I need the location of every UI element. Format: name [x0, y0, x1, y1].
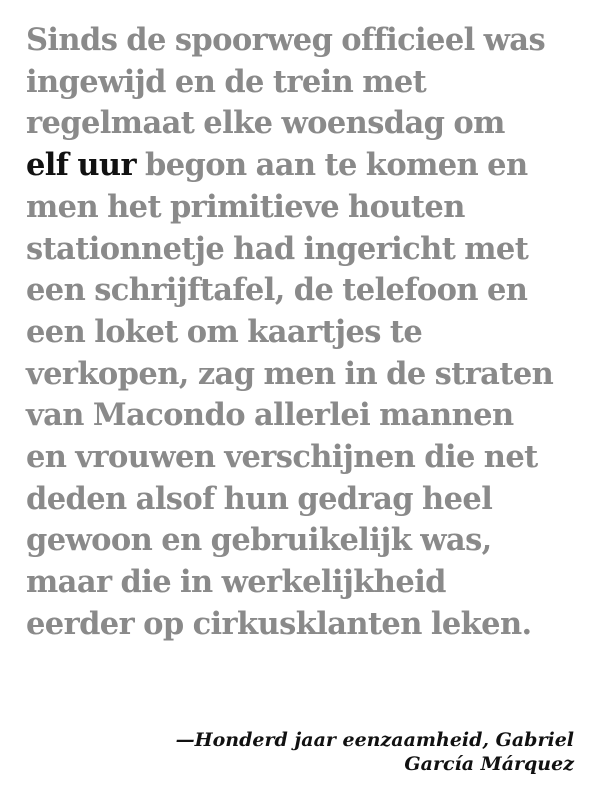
passage-line: maar die in werkelijkheid	[26, 564, 447, 601]
passage-line: Sinds de spoorweg officieel was	[26, 22, 546, 58]
attribution-line: García Márquez	[404, 753, 574, 775]
passage-line: regelmaat elke woensdag om	[26, 105, 505, 142]
quote-card: Sinds de spoorweg officieel was ingewijd…	[0, 0, 600, 800]
passage-line: stationnetje had ingericht met	[26, 230, 529, 267]
passage-line: van Macondo allerlei mannen	[26, 397, 514, 434]
quote-passage: Sinds de spoorweg officieel was ingewijd…	[26, 20, 586, 646]
passage-line-highlighted: elf uur begon aan te komen en	[26, 147, 528, 184]
quote-attribution: —Honderd jaar eenzaamheid, Gabriel Garcí…	[154, 728, 574, 776]
passage-line: een loket om kaartjes te	[26, 313, 423, 350]
passage-line: eerder op cirkusklanten leken.	[26, 605, 532, 642]
passage-line: een schrijftafel, de telefoon en	[26, 272, 528, 309]
attribution-line: —Honderd jaar eenzaamheid, Gabriel	[175, 729, 574, 751]
passage-line: verkopen, zag men in de straten	[26, 355, 554, 392]
passage-line: deden alsof hun gedrag heel	[26, 480, 493, 517]
passage-line: en vrouwen verschijnen die net	[26, 439, 538, 476]
passage-line: gewoon en gebruikelijk was,	[26, 522, 492, 559]
passage-line: ingewijd en de trein met	[26, 63, 427, 100]
passage-line: men het primitieve houten	[26, 188, 465, 225]
highlighted-phrase: elf uur	[26, 147, 137, 184]
